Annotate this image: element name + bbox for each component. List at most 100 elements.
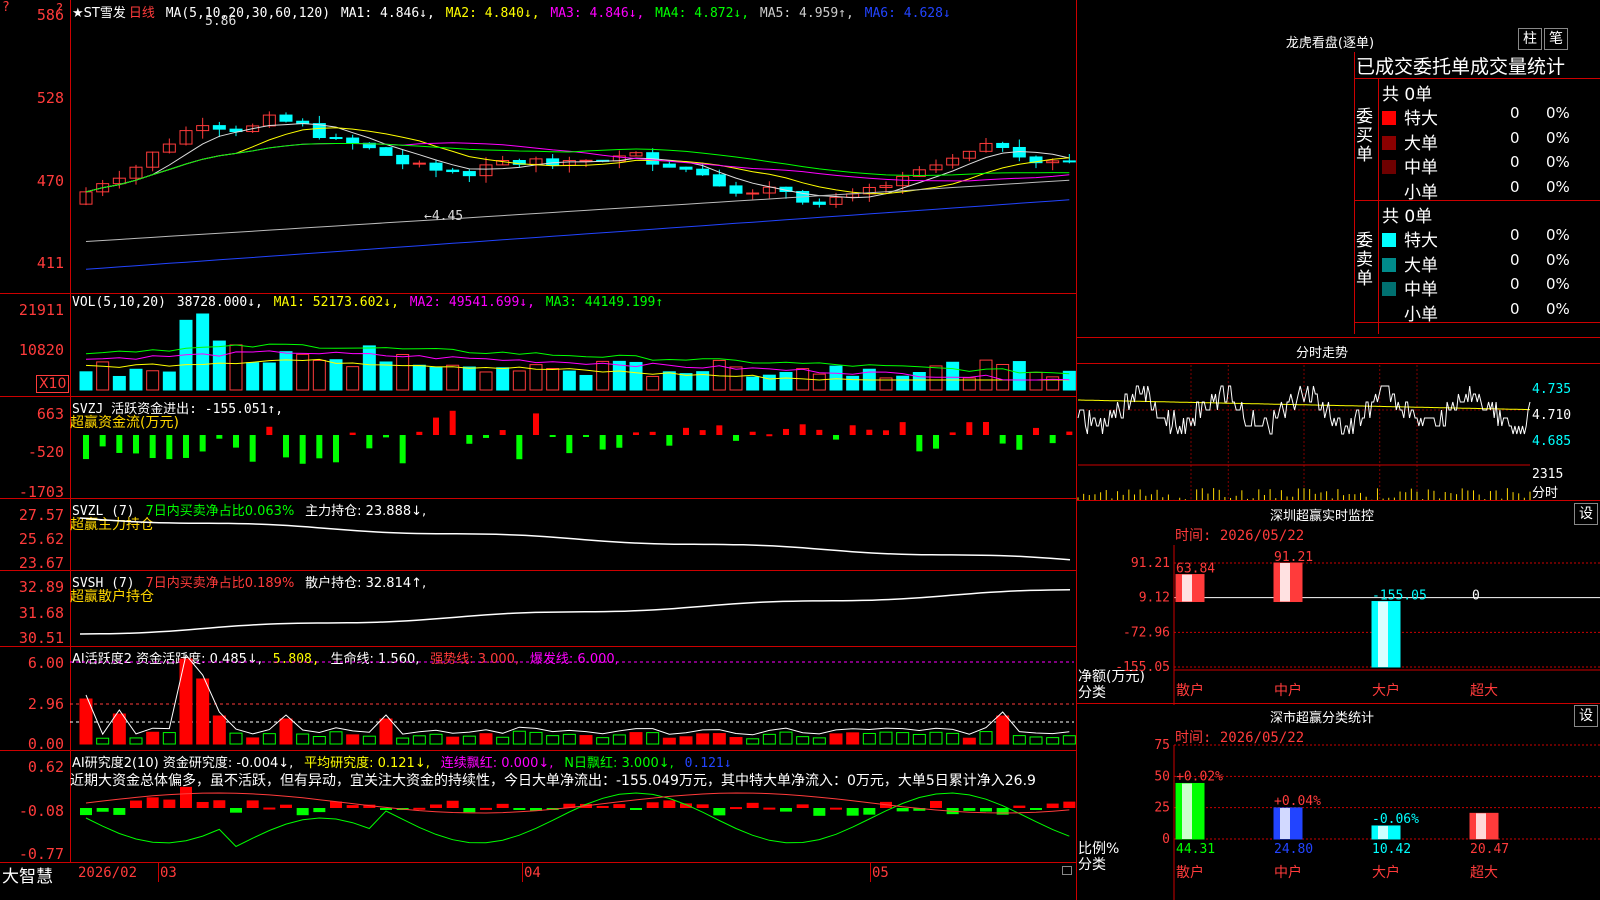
volume-bar [512, 370, 526, 391]
money-flow-bar [449, 410, 456, 435]
svsh-chart[interactable] [70, 572, 1076, 646]
ma4-value: MA4: 4.872↓, [655, 6, 750, 21]
volume-chart[interactable] [70, 310, 1076, 392]
ai-research-chart[interactable] [70, 760, 1076, 860]
right-sep [1076, 363, 1600, 364]
research-bar [280, 804, 292, 808]
candle-body [462, 171, 476, 177]
activity-bar [962, 737, 976, 745]
monitor-axis-label: -72.96 [1123, 625, 1170, 640]
research-bar [646, 802, 659, 808]
kline-chart[interactable] [70, 20, 1076, 290]
order-size-label: 中单 [1404, 280, 1438, 300]
bar-view-button[interactable]: 柱 [1518, 28, 1542, 50]
money-flow-bar [466, 435, 473, 444]
money-flow-bar [616, 435, 623, 448]
activity-bar [1029, 736, 1043, 745]
activity-bar [712, 733, 726, 745]
volume-bar [746, 376, 760, 391]
activity-bar [312, 736, 326, 745]
activity-bar [462, 735, 476, 745]
ma1-value: MA1: 4.846↓, [340, 6, 435, 21]
classify-axis-label: 25 [1154, 801, 1170, 816]
monitor-bar-value: 91.21 [1274, 550, 1313, 565]
classify-stats-chart[interactable]: 75 50 25 0 +0.02% 44.31 散户 +0.04% 24.80 中户 -0.06% 1… [1078, 738, 1600, 900]
classify-bar-shine [1476, 813, 1486, 839]
money-flow-bar [533, 413, 539, 435]
activity-bar [612, 734, 626, 745]
volume-bar [829, 365, 843, 391]
money-flow-bar [1016, 435, 1023, 450]
volume-bar [662, 371, 676, 391]
intraday-title: 分时走势 [1295, 346, 1348, 361]
intraday-chart[interactable] [1077, 365, 1531, 500]
ma-line [85, 122, 1070, 199]
ai-research-axis-label: -0.77 [18, 845, 64, 863]
money-flow-bar [83, 435, 89, 460]
color-swatch [1382, 184, 1396, 199]
classify-settings-button[interactable]: 设 [1574, 705, 1598, 727]
research-bar [846, 808, 859, 816]
activity-bar [346, 734, 360, 745]
order-percent: 0% [1546, 275, 1570, 293]
volume-bar [79, 371, 93, 391]
realtime-monitor-chart[interactable]: 91.21 9.12 -72.96 -155.05 63.84 散户 91.21 中户 -155… [1078, 545, 1600, 705]
volume-bar [379, 361, 393, 391]
activity-bar [162, 732, 176, 745]
intraday-vol-unit: 分时 [1532, 486, 1559, 501]
pen-view-button[interactable]: 笔 [1544, 28, 1568, 50]
research-bar [196, 801, 209, 808]
activity-bar [146, 731, 160, 745]
period-label[interactable]: 日线 [129, 6, 155, 21]
monitor-category-label: 散户 [1176, 682, 1204, 699]
volume-bar [546, 368, 560, 391]
activity-bar [996, 715, 1010, 745]
candle-body [212, 125, 226, 130]
money-flow-bar [966, 422, 973, 435]
monitor-settings-button[interactable]: 设 [1574, 503, 1598, 525]
volume-bar [279, 351, 293, 391]
volume-bar [846, 375, 860, 391]
panel-sep-2 [0, 396, 1076, 397]
svzl-chart[interactable] [70, 500, 1076, 570]
research-bar [163, 799, 176, 808]
intraday-vol-label: 2315 [1532, 467, 1564, 482]
research-bar [713, 808, 726, 816]
volume-bar [329, 359, 343, 391]
svsh-axis-label: 32.89 [18, 578, 64, 596]
money-flow-bar [933, 435, 939, 449]
stock-name[interactable]: ★ST雪发 [72, 6, 126, 21]
retail-holding-line [79, 589, 1071, 635]
candle-body [712, 174, 726, 187]
ai-active-axis-label: 0.00 [27, 735, 64, 753]
volume-bar [496, 367, 510, 391]
research-bar [146, 797, 159, 808]
research-bar [80, 808, 92, 816]
activity-bar [296, 733, 310, 745]
volume-bar [129, 368, 143, 391]
sell-row: 小单 [1382, 300, 1438, 325]
lock-icon[interactable] [1062, 866, 1072, 875]
money-flow-bar [833, 435, 839, 440]
research-bar [596, 805, 609, 808]
activity-bar [879, 731, 893, 745]
money-flow-bar [216, 435, 223, 439]
month-label: 05 [872, 865, 889, 881]
monitor-bar-shine [1378, 601, 1388, 667]
activity-bar [596, 737, 610, 745]
classify-delta: -0.06% [1372, 812, 1419, 827]
panel-sep-5 [0, 646, 1076, 647]
money-flow-bar [866, 429, 873, 435]
activity-bar [479, 733, 493, 745]
ai-active-chart[interactable] [70, 653, 1076, 748]
money-flow-bar [149, 435, 156, 459]
research-bar [1030, 808, 1042, 810]
volume-bar [679, 373, 693, 391]
research-bar [296, 808, 309, 816]
money-flow-bar [733, 435, 739, 441]
buy-row: 大单 [1382, 129, 1438, 154]
svzj-chart[interactable] [70, 400, 1076, 496]
classify-time: 时间: 2026/05/22 [1175, 730, 1305, 746]
volume-bar [162, 371, 176, 391]
volume-bar [362, 345, 376, 391]
